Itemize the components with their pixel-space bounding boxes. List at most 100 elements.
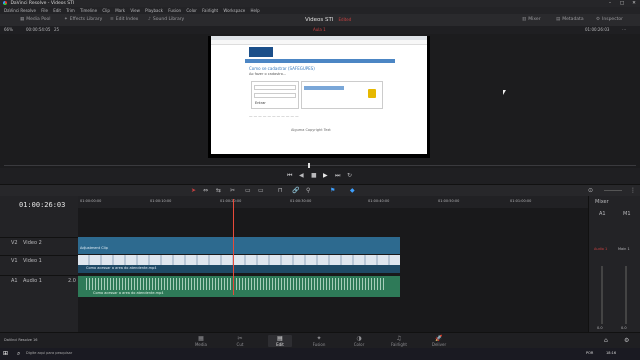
media-pool-button[interactable]: ▦ Media Pool (20, 16, 51, 24)
marker-icon[interactable]: ◆ (350, 187, 355, 194)
close-icon[interactable]: ✕ (628, 0, 640, 7)
clip-label: Adjustment Clip (80, 246, 108, 250)
overwrite-clip-icon[interactable]: ▭ (258, 187, 264, 194)
blade-tool-icon[interactable]: ✂ (230, 187, 235, 194)
menu-mark[interactable]: Mark (115, 8, 125, 13)
metadata-button[interactable]: ▤ Metadata (556, 16, 584, 24)
windows-taskbar: ⊞ ⌕ Digite aqui para pesquisar POR 18:16 (0, 348, 640, 360)
ruler-tick: 01:00:30:00 (290, 199, 312, 203)
menu-edit[interactable]: Edit (53, 8, 61, 13)
edit-index-button[interactable]: ≡ Edit Index (110, 16, 138, 24)
track-id: V2 (11, 240, 18, 246)
windows-start-icon[interactable]: ⊞ (3, 350, 8, 357)
menu-timeline[interactable]: Timeline (80, 8, 97, 13)
taskbar-search-icon[interactable]: ⌕ (17, 350, 20, 358)
menu-color[interactable]: Color (186, 8, 196, 13)
maximize-icon[interactable]: □ (616, 0, 628, 7)
page-label: Fusion (312, 342, 326, 347)
mixer-label: Mixer (528, 17, 541, 22)
track-name: Audio 1 (23, 278, 42, 284)
page-label: Cut (236, 342, 244, 347)
menu-view[interactable]: View (130, 8, 140, 13)
loop-icon[interactable]: ↻ (347, 172, 352, 179)
menu-playback[interactable]: Playback (145, 8, 163, 13)
zoom-slider[interactable] (604, 190, 622, 191)
inspector-icon: ⚙ (596, 17, 601, 22)
track-header-a1[interactable]: A1 Audio 1 2.0 (0, 275, 78, 298)
inspector-button[interactable]: ⚙ Inspector (596, 16, 623, 24)
sound-library-icon: ♪ (148, 17, 151, 22)
mixer-panel: Mixer A1 M1 Audio 1 Main 1 0.0 0.0 (588, 196, 640, 332)
project-name: Videos STI (305, 17, 334, 23)
selection-tool-icon[interactable]: ➤ (191, 187, 196, 194)
page-cut[interactable]: ✂ Cut (228, 335, 252, 347)
window-title: DaVinci Resolve - Videos STI (10, 1, 75, 6)
track-headers: V2 Video 2 V1 Video 1 A1 Audio 1 2.0 (0, 196, 79, 332)
timeline-playhead[interactable] (233, 199, 234, 295)
audio-meter-icon[interactable]: ⊙ (588, 187, 593, 194)
page-fairlight[interactable]: ♫ Fairlight (387, 335, 411, 347)
page-fusion[interactable]: ✦ Fusion (307, 335, 331, 347)
taskbar-search-field[interactable]: Digite aqui para pesquisar (26, 351, 72, 355)
page-deliver[interactable]: 🚀 Deliver (427, 335, 451, 347)
mixer-button[interactable]: ▥ Mixer (522, 16, 541, 24)
track-name: Video 1 (23, 258, 42, 264)
menu-help[interactable]: Help (251, 8, 260, 13)
play-reverse-icon[interactable]: ◀ (299, 172, 304, 179)
snapping-icon[interactable]: ⊓ (278, 187, 283, 194)
settings-icon[interactable]: ⚙ (624, 337, 629, 344)
sound-library-button[interactable]: ♪ Sound Library (148, 16, 184, 24)
menu-clip[interactable]: Clip (102, 8, 110, 13)
stop-icon[interactable]: ■ (311, 172, 317, 179)
site-nav (245, 59, 395, 63)
play-icon[interactable]: ▶ (323, 172, 328, 179)
position-lock-icon[interactable]: ⚲ (306, 187, 310, 194)
go-to-start-icon[interactable]: ⏮ (287, 172, 292, 180)
menu-workspace[interactable]: Workspace (223, 8, 245, 13)
flag-icon[interactable]: ⚑ (330, 187, 335, 194)
adjustment-clip[interactable]: Adjustment Clip (78, 237, 400, 254)
resolve-logo-icon (3, 0, 7, 5)
minimize-icon[interactable]: – (604, 0, 616, 7)
go-to-end-icon[interactable]: ⏭ (335, 172, 340, 180)
linked-selection-icon[interactable]: 🔗 (292, 187, 299, 194)
menu-fairlight[interactable]: Fairlight (202, 8, 218, 13)
media-page-icon: ▦ (198, 335, 204, 342)
metadata-icon: ▤ (556, 17, 561, 22)
zoom-level[interactable]: 66% (4, 26, 13, 34)
menu-file[interactable]: File (41, 8, 48, 13)
track-header-v2[interactable]: V2 Video 2 (0, 237, 78, 255)
track-header-v1[interactable]: V1 Video 1 (0, 255, 78, 274)
deliver-page-icon: 🚀 (435, 335, 443, 342)
media-pool-label: Media Pool (26, 17, 51, 22)
menu-bar: DaVinci Resolve File Edit Trim Timeline … (0, 7, 640, 14)
page-color[interactable]: ◑ Color (347, 335, 371, 347)
timeline-timecode: 01:00:26:03 (19, 201, 66, 209)
page-label: Media (194, 342, 207, 347)
mixer-channel-a1: A1 (599, 211, 606, 217)
mixer-channel-m1: M1 (623, 211, 631, 217)
page-label: Edit (276, 342, 284, 347)
menu-trim[interactable]: Trim (66, 8, 75, 13)
edit-index-label: Edit Index (115, 17, 139, 22)
dynamic-trim-icon[interactable]: ⇆ (216, 187, 221, 194)
viewer-options-icon[interactable]: ⋯ (622, 26, 626, 34)
trim-tool-icon[interactable]: ⇔ (203, 187, 208, 194)
edit-page-icon: ▤ (277, 335, 283, 342)
media-pool-icon: ▦ (20, 17, 25, 22)
page-media[interactable]: ▦ Media (189, 335, 213, 347)
taskbar-language: POR (586, 351, 594, 355)
insert-clip-icon[interactable]: ▭ (245, 187, 251, 194)
page-edit[interactable]: ▤ Edit (268, 335, 292, 347)
audio-clip[interactable]: Como acessar a area do atendente.mp4 (78, 276, 400, 297)
menu-fusion[interactable]: Fusion (168, 8, 181, 13)
clip-name: Aula 1 (313, 27, 326, 32)
effects-library-button[interactable]: ✦ Effects Library (64, 16, 102, 24)
fader-a1[interactable] (601, 266, 603, 324)
menu-resolve[interactable]: DaVinci Resolve (4, 8, 36, 13)
fader-m1[interactable] (625, 266, 627, 324)
timeline-options-icon[interactable]: ⋮ (630, 187, 636, 194)
home-icon[interactable]: ⌂ (604, 337, 608, 344)
video-clip[interactable]: Como acessar a area do atendente.mp4 (78, 255, 400, 273)
mixer-label-audio1: Audio 1 (594, 247, 608, 251)
